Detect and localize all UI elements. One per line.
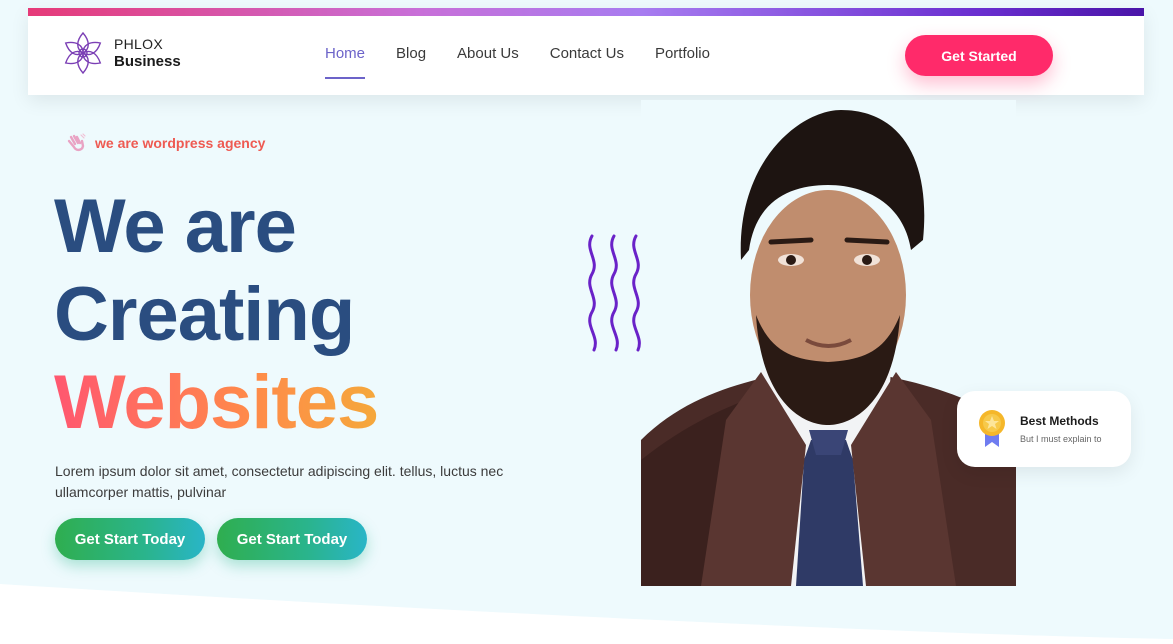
hero-description: Lorem ipsum dolor sit amet, consectetur … — [55, 463, 504, 500]
hero-portrait-image — [641, 100, 1016, 586]
get-started-button[interactable]: Get Started — [905, 35, 1053, 76]
nav-home[interactable]: Home — [325, 45, 366, 79]
nav-contact-us[interactable]: Contact Us — [550, 45, 624, 62]
tagline-text: we are wordpress agency — [95, 135, 266, 151]
nav-about-us[interactable]: About Us — [457, 45, 519, 62]
logo[interactable]: PHLOX Business — [58, 29, 181, 77]
hero-title-line1: We are — [54, 184, 297, 269]
badge-subtitle: But I must explain to — [1020, 434, 1102, 444]
hero-tagline: we are wordpress agency — [65, 133, 265, 153]
badge-title: Best Methods — [1020, 414, 1099, 428]
logo-line1: PHLOX — [114, 36, 163, 52]
hero-title-line3: Websites — [54, 360, 379, 445]
header-gradient-bar — [28, 8, 1144, 16]
get-start-today-button-2[interactable]: Get Start Today — [217, 518, 367, 560]
hero-title-line2: Creating — [54, 272, 355, 357]
nav-portfolio[interactable]: Portfolio — [655, 45, 710, 62]
site-header: PHLOX Business Home Blog About Us Contac… — [28, 8, 1144, 95]
flower-logo-icon — [64, 31, 102, 75]
logo-line2: Business — [114, 53, 181, 70]
hero-title: We are Creating Websites — [54, 183, 379, 447]
logo-text: PHLOX Business — [114, 35, 181, 71]
main-nav: Home Blog About Us Contact Us Portfolio — [325, 45, 741, 79]
best-methods-card: Best Methods But I must explain to — [957, 391, 1131, 467]
bottom-wave-decoration — [0, 584, 1173, 644]
get-start-today-button-1[interactable]: Get Start Today — [55, 518, 205, 560]
nav-blog[interactable]: Blog — [396, 45, 426, 62]
medal-icon — [979, 410, 1005, 447]
waving-hand-icon — [67, 133, 86, 152]
